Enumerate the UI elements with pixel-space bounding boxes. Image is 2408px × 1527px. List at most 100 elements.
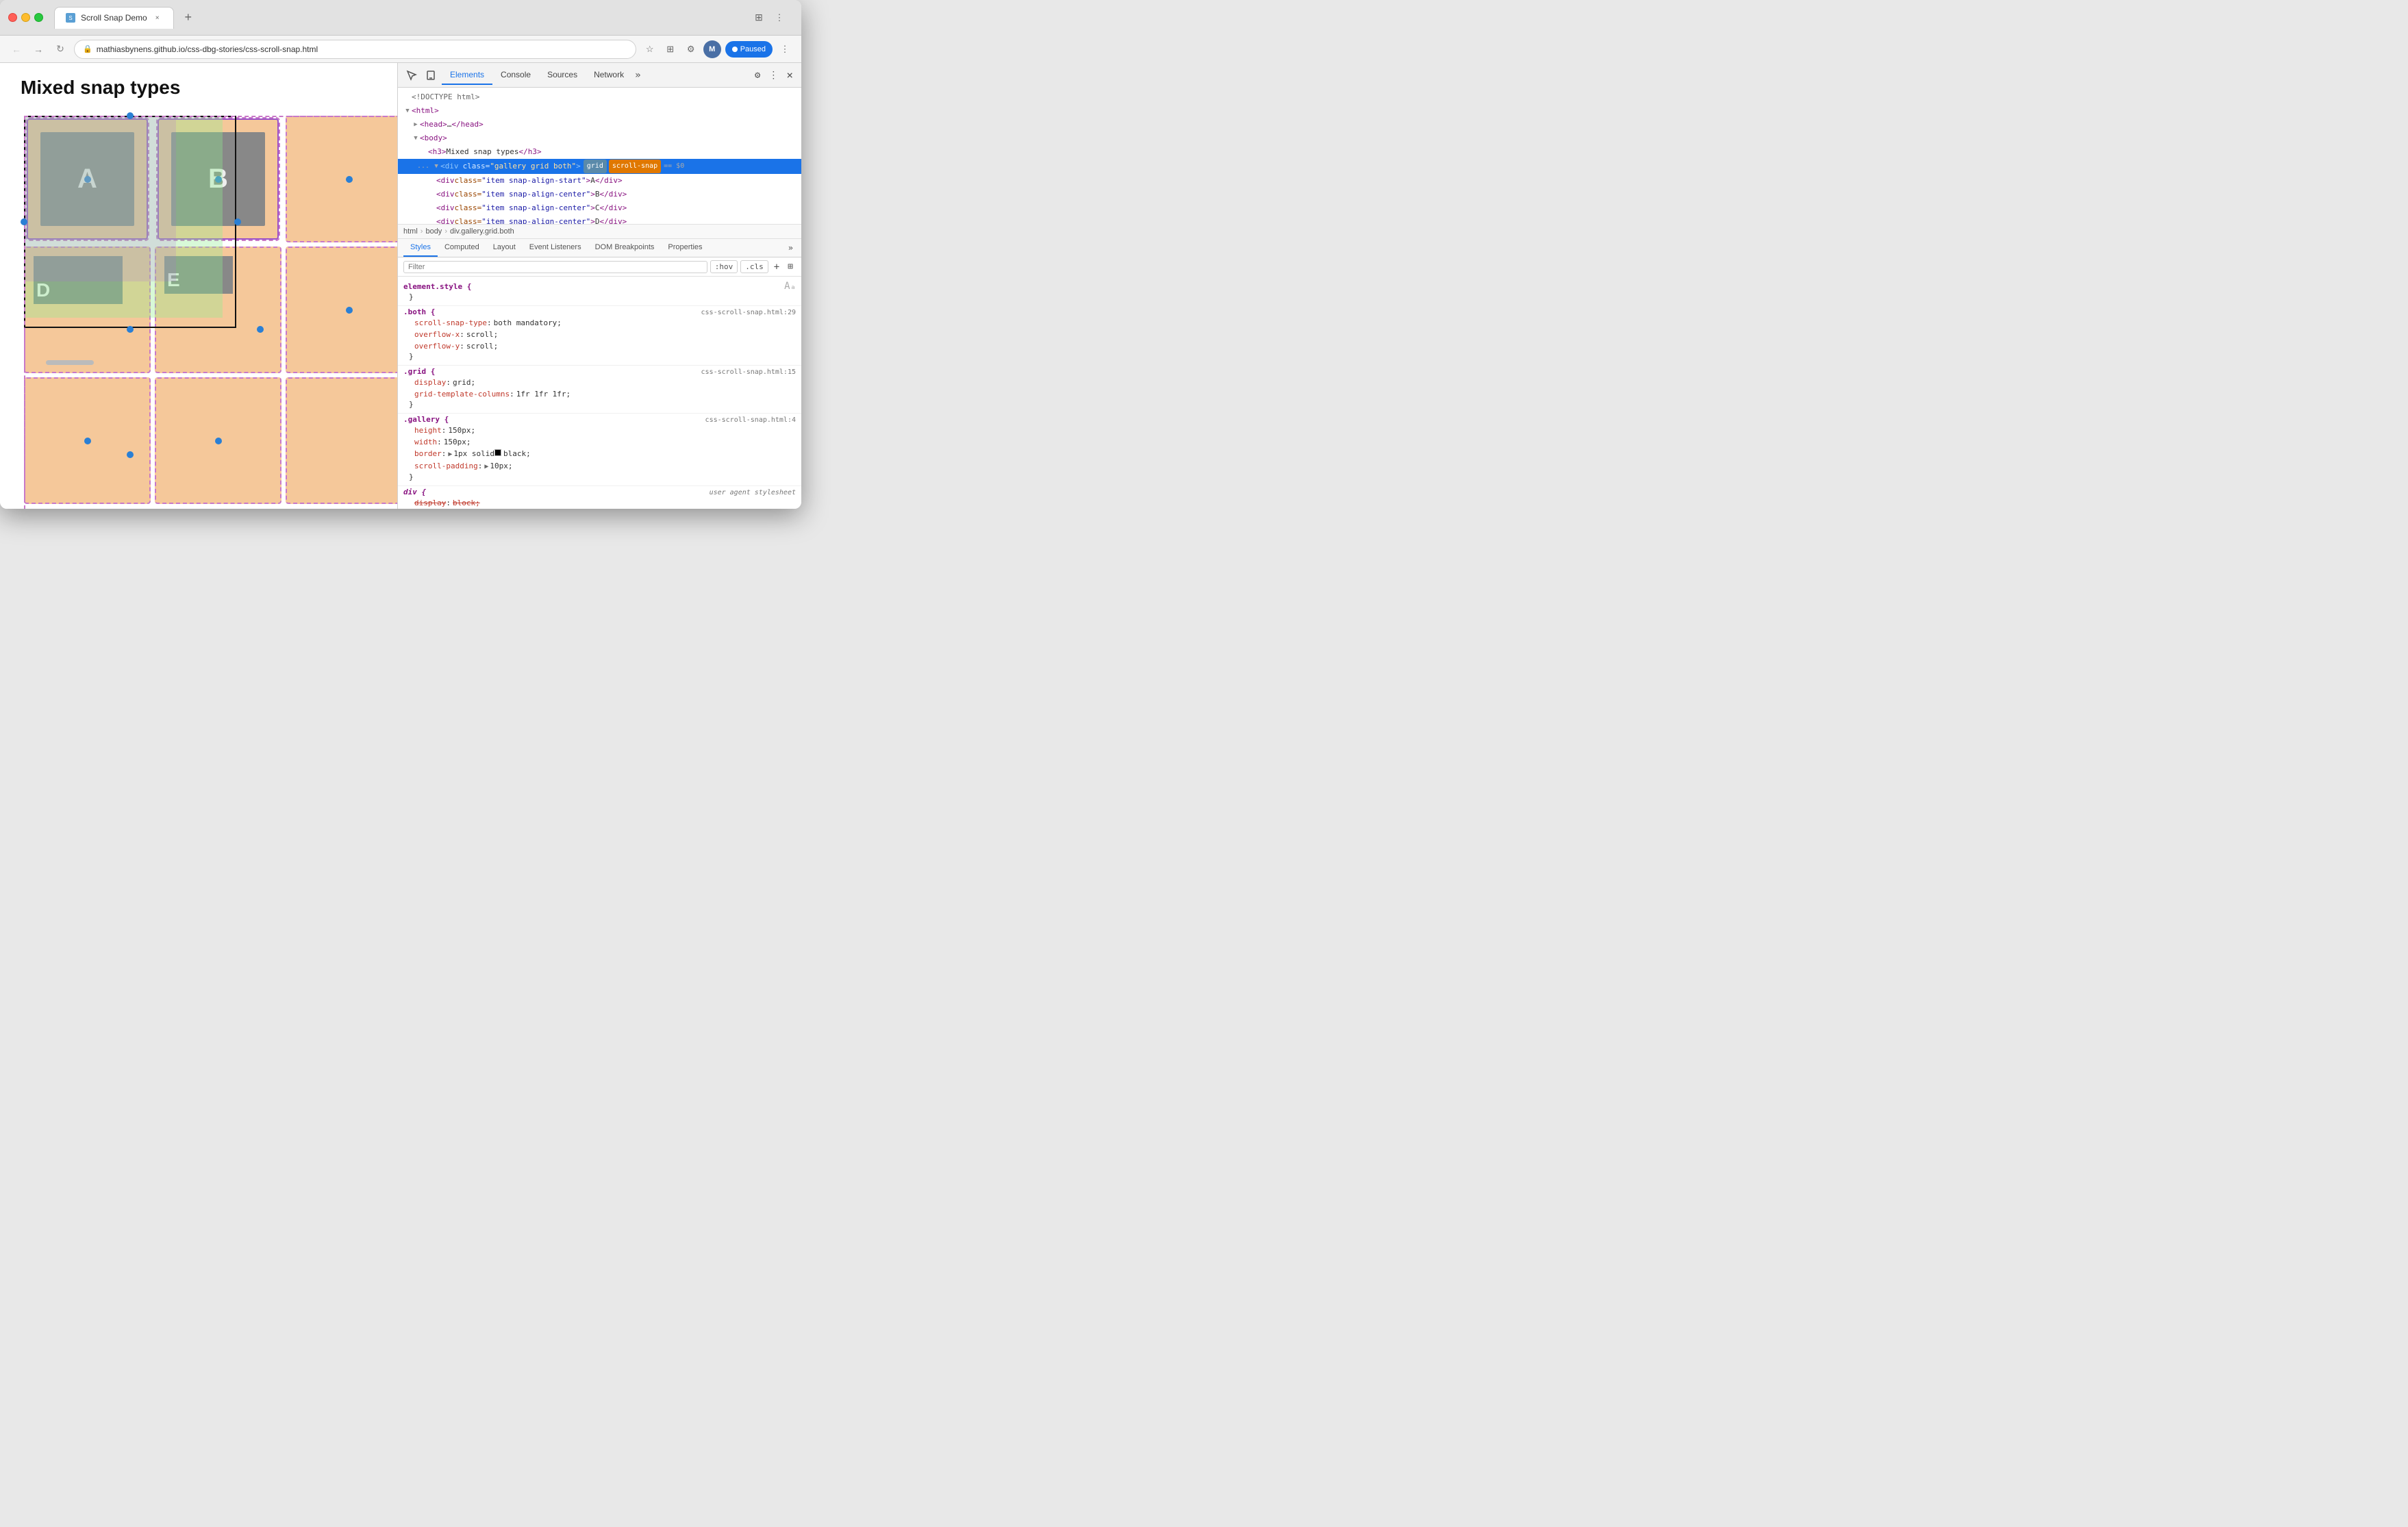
tab-sources[interactable]: Sources xyxy=(539,66,586,85)
styles-tab-layout[interactable]: Layout xyxy=(486,239,523,257)
dom-tree: <!DOCTYPE html> <html> <head> … </head> … xyxy=(398,88,801,225)
devtools-panel: Elements Console Sources Network » ⚙ ⋮ × xyxy=(397,63,801,509)
dom-line-html[interactable]: <html> xyxy=(398,104,801,118)
both-selector: .both { xyxy=(403,307,435,316)
gallery-selector: .gallery { xyxy=(403,415,449,424)
devtools-settings-button[interactable]: ⚙ xyxy=(752,67,763,84)
tab-favicon: S xyxy=(66,13,75,23)
forward-button[interactable]: → xyxy=(30,41,47,58)
snap-item-f xyxy=(286,247,397,373)
snap-grid: A B D xyxy=(24,116,397,504)
border-color-swatch[interactable] xyxy=(494,449,501,456)
page-title: Mixed snap types xyxy=(21,77,377,99)
extensions-icon[interactable]: ⊞ xyxy=(751,10,767,26)
devtools-more-tabs[interactable]: » xyxy=(632,67,643,84)
styles-more-button[interactable]: » xyxy=(786,240,796,255)
expand-body-icon[interactable] xyxy=(412,132,420,144)
breadcrumb-html[interactable]: html xyxy=(403,227,418,236)
tab-close-button[interactable]: × xyxy=(153,13,162,23)
dom-line-item-a[interactable]: <div class= "item snap-align-start" > A … xyxy=(398,174,801,188)
tab-elements[interactable]: Elements xyxy=(442,66,492,85)
styles-tab-event-listeners[interactable]: Event Listeners xyxy=(523,239,588,257)
dom-line-body[interactable]: <body> xyxy=(398,131,801,145)
snap-item-b: B xyxy=(158,118,279,240)
filter-plus-button[interactable]: + xyxy=(771,262,782,273)
snap-dot-c xyxy=(346,176,353,183)
styles-panel-tabs: Styles Computed Layout Event Listeners D… xyxy=(398,239,801,257)
scroll-snap-badge: scroll-snap xyxy=(609,160,661,173)
element-style-close: } xyxy=(403,292,796,301)
filter-cls-button[interactable]: .cls xyxy=(740,260,768,273)
refresh-button[interactable]: ↻ xyxy=(52,41,68,58)
html-tag: <html> xyxy=(412,105,439,117)
dom-line-div-gallery[interactable]: ... < div class= "gallery grid both" > g… xyxy=(398,159,801,174)
profile-avatar[interactable]: M xyxy=(703,40,721,58)
maximize-window-button[interactable] xyxy=(34,13,43,22)
device-toggle-button[interactable] xyxy=(423,67,439,84)
both-source[interactable]: css-scroll-snap.html:29 xyxy=(701,309,796,316)
dom-line-head[interactable]: <head> … </head> xyxy=(398,118,801,131)
dom-line-h3[interactable]: <h3> Mixed snap types </h3> xyxy=(398,145,801,159)
tab-title: Scroll Snap Demo xyxy=(81,13,147,23)
dom-line-item-c[interactable]: <div class= "item snap-align-center" > C… xyxy=(398,201,801,215)
breadcrumb-body[interactable]: body xyxy=(425,227,442,236)
content-area: Mixed snap types A xyxy=(0,63,801,509)
back-button[interactable]: ← xyxy=(8,41,25,58)
grid-source[interactable]: css-scroll-snap.html:15 xyxy=(701,368,796,376)
minimize-window-button[interactable] xyxy=(21,13,30,22)
grid-badge: grid xyxy=(584,160,607,173)
grid-template-columns-value: 1fr 1fr 1fr; xyxy=(516,388,570,400)
bookmark-icon[interactable]: ☆ xyxy=(642,41,658,58)
dom-line-doctype[interactable]: <!DOCTYPE html> xyxy=(398,90,801,104)
expand-div-icon[interactable] xyxy=(432,160,440,173)
snap-dot-a xyxy=(84,176,91,183)
filter-hov-button[interactable]: :hov xyxy=(710,260,738,273)
dom-line-item-d[interactable]: <div class= "item snap-align-center" > D… xyxy=(398,215,801,225)
css-prop-scroll-snap-type: scroll-snap-type : both mandatory; xyxy=(403,317,796,329)
profile-icon[interactable]: ⚙ xyxy=(683,41,699,58)
styles-tab-properties[interactable]: Properties xyxy=(661,239,709,257)
css-rule-both: .both { css-scroll-snap.html:29 scroll-s… xyxy=(398,306,801,366)
gallery-source[interactable]: css-scroll-snap.html:4 xyxy=(705,416,796,424)
css-prop-display-grid: display : grid; xyxy=(403,377,796,388)
title-bar: S Scroll Snap Demo × + ⊞ ⋮ xyxy=(0,0,801,36)
browser-tab[interactable]: S Scroll Snap Demo × xyxy=(54,7,174,29)
styles-tab-styles[interactable]: Styles xyxy=(403,239,438,257)
devtools-more-options[interactable]: ⋮ xyxy=(766,67,781,84)
head-close-tag: </head> xyxy=(451,118,483,131)
element-picker-button[interactable] xyxy=(403,67,420,84)
snap-dot-f xyxy=(346,307,353,314)
new-tab-button[interactable]: + xyxy=(179,9,197,27)
filter-layers-button[interactable]: ⊞ xyxy=(785,262,796,272)
dom-line-item-b[interactable]: <div class= "item snap-align-center" > B… xyxy=(398,188,801,201)
expand-head-icon[interactable] xyxy=(412,118,420,131)
scroll-snap-type-value: both mandatory; xyxy=(494,317,562,329)
styles-tab-dom-breakpoints[interactable]: DOM Breakpoints xyxy=(588,239,662,257)
close-window-button[interactable] xyxy=(8,13,17,22)
doctype-text: <!DOCTYPE html> xyxy=(412,91,479,103)
paused-button[interactable]: Paused xyxy=(725,41,773,58)
width-value: 150px; xyxy=(444,436,471,448)
settings-icon[interactable]: ⋮ xyxy=(771,10,788,26)
address-bar[interactable]: 🔒 mathiasbynens.github.io/css-dbg-storie… xyxy=(74,40,636,59)
expand-html-icon[interactable] xyxy=(403,105,412,117)
tab-network[interactable]: Network xyxy=(586,66,632,85)
css-prop-scroll-padding: scroll-padding : ▶ 10px; xyxy=(403,460,796,472)
breadcrumb-bar: html › body › div.gallery.grid.both xyxy=(398,225,801,239)
styles-tab-computed[interactable]: Computed xyxy=(438,239,486,257)
element-style-selector: element.style { xyxy=(403,282,471,291)
url-text: mathiasbynens.github.io/css-dbg-stories/… xyxy=(97,45,318,54)
tab-console[interactable]: Console xyxy=(492,66,539,85)
tab-bar: S Scroll Snap Demo × + xyxy=(54,7,745,29)
extensions-button[interactable]: ⊞ xyxy=(662,41,679,58)
devtools-close-button[interactable]: × xyxy=(783,66,796,84)
snap-dot-h xyxy=(215,438,222,444)
overflow-y-value: scroll; xyxy=(466,340,498,352)
display-block-value: block; xyxy=(453,497,480,509)
filter-input[interactable] xyxy=(403,261,707,273)
paused-indicator xyxy=(732,47,738,52)
more-button[interactable]: ⋮ xyxy=(777,41,793,58)
devtools-toolbar: Elements Console Sources Network » ⚙ ⋮ × xyxy=(398,63,801,88)
nav-bar: ← → ↻ 🔒 mathiasbynens.github.io/css-dbg-… xyxy=(0,36,801,63)
breadcrumb-div[interactable]: div.gallery.grid.both xyxy=(450,227,514,236)
